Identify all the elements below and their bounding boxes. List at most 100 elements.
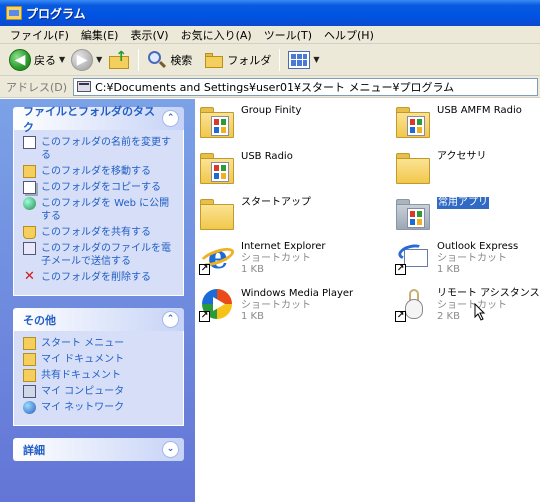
file-item[interactable]: Group Finity <box>199 105 301 139</box>
back-dropdown-icon[interactable]: ▼ <box>59 55 65 64</box>
task-delete[interactable]: ✕ このフォルダを削除する <box>23 270 177 284</box>
collapse-chevron-icon[interactable]: ⌃ <box>162 311 179 328</box>
address-field[interactable]: C:¥Documents and Settings¥user01¥スタート メニ… <box>73 77 538 96</box>
file-list: Group Finity USB AMFM Radio USB Radio アク… <box>195 99 540 502</box>
forward-button[interactable]: ▶ ▼ <box>68 47 105 73</box>
menu-help[interactable]: ヘルプ(H) <box>318 27 380 43</box>
file-item[interactable]: スタートアップ <box>199 197 311 231</box>
other-places-panel: その他 ⌃ スタート メニュー マイ ドキュメント 共有ドキュメント マイ コン… <box>13 308 184 426</box>
place-label: スタート メニュー <box>41 338 125 349</box>
task-label: このフォルダを共有する <box>41 227 151 238</box>
file-name: Group Finity <box>241 105 302 116</box>
file-type: ショートカット <box>437 300 507 311</box>
search-icon <box>147 50 167 70</box>
email-icon <box>23 242 36 255</box>
file-type: ショートカット <box>437 253 507 264</box>
file-size: 1 KB <box>241 311 264 322</box>
file-name: USB AMFM Radio <box>437 105 522 116</box>
panel-body: このフォルダの名前を変更する このフォルダを移動する このフォルダをコピーする … <box>13 130 184 296</box>
place-start-menu[interactable]: スタート メニュー <box>23 337 177 350</box>
file-name: Windows Media Player <box>241 288 354 299</box>
file-name: USB Radio <box>241 151 293 162</box>
panel-title: その他 <box>23 313 56 327</box>
details-panel: 詳細 ⌄ <box>13 438 184 461</box>
title-bar[interactable]: プログラム <box>0 0 540 26</box>
shortcut-arrow-icon: ↗ <box>395 311 406 322</box>
file-name: スタートアップ <box>241 197 311 208</box>
back-button[interactable]: ◀ 戻る ▼ <box>6 47 68 73</box>
file-item[interactable]: アクセサリ <box>395 151 487 185</box>
place-label: マイ コンピュータ <box>41 386 125 397</box>
shortcut-arrow-icon: ↗ <box>395 264 406 275</box>
file-item[interactable]: ↗ Windows Media Player ショートカット 1 KB <box>199 288 353 322</box>
file-name: Outlook Express <box>437 241 519 252</box>
file-item[interactable]: USB AMFM Radio <box>395 105 522 139</box>
move-icon <box>23 165 36 178</box>
task-copy[interactable]: このフォルダをコピーする <box>23 181 177 194</box>
file-name: アクセサリ <box>437 151 487 162</box>
panel-title: ファイルとフォルダのタスク <box>23 104 155 134</box>
search-label: 検索 <box>170 53 193 67</box>
views-dropdown-icon[interactable]: ▼ <box>313 55 319 64</box>
place-my-network[interactable]: マイ ネットワーク <box>23 401 177 414</box>
task-pane: ファイルとフォルダのタスク ⌃ このフォルダの名前を変更する このフォルダを移動… <box>0 99 195 502</box>
task-email[interactable]: このフォルダのファイルを電子メールで送信する <box>23 242 177 268</box>
folders-button[interactable]: フォルダ <box>201 47 274 73</box>
toolbar: ◀ 戻る ▼ ▶ ▼ ↑ 検索 フォルダ ▼ <box>0 44 540 76</box>
panel-header[interactable]: その他 ⌃ <box>13 308 184 331</box>
menu-view[interactable]: 表示(V) <box>124 27 174 43</box>
menu-edit[interactable]: 編集(E) <box>75 27 125 43</box>
address-label: アドレス(D) <box>6 80 68 94</box>
collapse-chevron-icon[interactable]: ⌃ <box>162 110 179 127</box>
folder-icon <box>199 197 235 231</box>
folder-icon <box>395 151 431 185</box>
forward-dropdown-icon[interactable]: ▼ <box>96 55 102 64</box>
place-my-computer[interactable]: マイ コンピュータ <box>23 385 177 398</box>
computer-icon <box>23 385 36 398</box>
file-item[interactable]: e ↗ Internet Explorer ショートカット 1 KB <box>197 241 326 275</box>
task-share[interactable]: このフォルダを共有する <box>23 226 177 239</box>
views-button[interactable]: ▼ <box>285 47 322 73</box>
folders-label: フォルダ <box>227 53 272 67</box>
file-size: 1 KB <box>437 264 460 275</box>
task-rename[interactable]: このフォルダの名前を変更する <box>23 136 177 162</box>
task-label: このフォルダを削除する <box>41 272 151 283</box>
address-bar: アドレス(D) C:¥Documents and Settings¥user01… <box>0 76 540 98</box>
task-move[interactable]: このフォルダを移動する <box>23 165 177 178</box>
documents-folder-icon <box>23 353 36 366</box>
menu-tools[interactable]: ツール(T) <box>258 27 318 43</box>
back-arrow-icon: ◀ <box>9 48 31 71</box>
folder-icon <box>23 337 36 350</box>
address-path: C:¥Documents and Settings¥user01¥スタート メニ… <box>95 80 455 94</box>
place-my-documents[interactable]: マイ ドキュメント <box>23 353 177 366</box>
file-type: ショートカット <box>241 300 311 311</box>
toolbar-divider <box>279 48 281 71</box>
back-label: 戻る <box>34 53 56 67</box>
file-item[interactable]: ↗ リモート アシスタンス ショートカット 2 KB <box>395 288 540 322</box>
toolbar-divider <box>138 48 140 71</box>
panel-header[interactable]: 詳細 ⌄ <box>13 438 184 461</box>
file-item[interactable]: USB Radio <box>199 151 293 185</box>
file-item-selected[interactable]: 常用アプリ <box>395 197 489 231</box>
task-label: このフォルダのファイルを電子メールで送信する <box>41 243 171 267</box>
task-publish-web[interactable]: このフォルダを Web に公開する <box>23 197 177 223</box>
menu-favorites[interactable]: お気に入り(A) <box>175 27 258 43</box>
shortcut-arrow-icon: ↗ <box>199 311 210 322</box>
views-icon <box>288 50 311 69</box>
program-folder-icon <box>199 151 235 185</box>
up-button[interactable]: ↑ <box>105 47 133 73</box>
panel-header[interactable]: ファイルとフォルダのタスク ⌃ <box>13 105 184 134</box>
search-button[interactable]: 検索 <box>144 47 195 73</box>
folders-icon <box>204 52 224 68</box>
expand-chevron-icon[interactable]: ⌄ <box>162 441 179 458</box>
program-folder-icon <box>395 105 431 139</box>
file-name: 常用アプリ <box>437 197 489 209</box>
place-label: マイ ネットワーク <box>41 402 125 413</box>
menu-file[interactable]: ファイル(F) <box>4 27 75 43</box>
rename-icon <box>23 136 36 149</box>
file-size: 2 KB <box>437 311 460 322</box>
place-shared-documents[interactable]: 共有ドキュメント <box>23 369 177 382</box>
file-item[interactable]: ↗ Outlook Express ショートカット 1 KB <box>395 241 518 275</box>
shortcut-arrow-icon: ↗ <box>199 264 210 275</box>
task-label: このフォルダを Web に公開する <box>41 198 170 222</box>
